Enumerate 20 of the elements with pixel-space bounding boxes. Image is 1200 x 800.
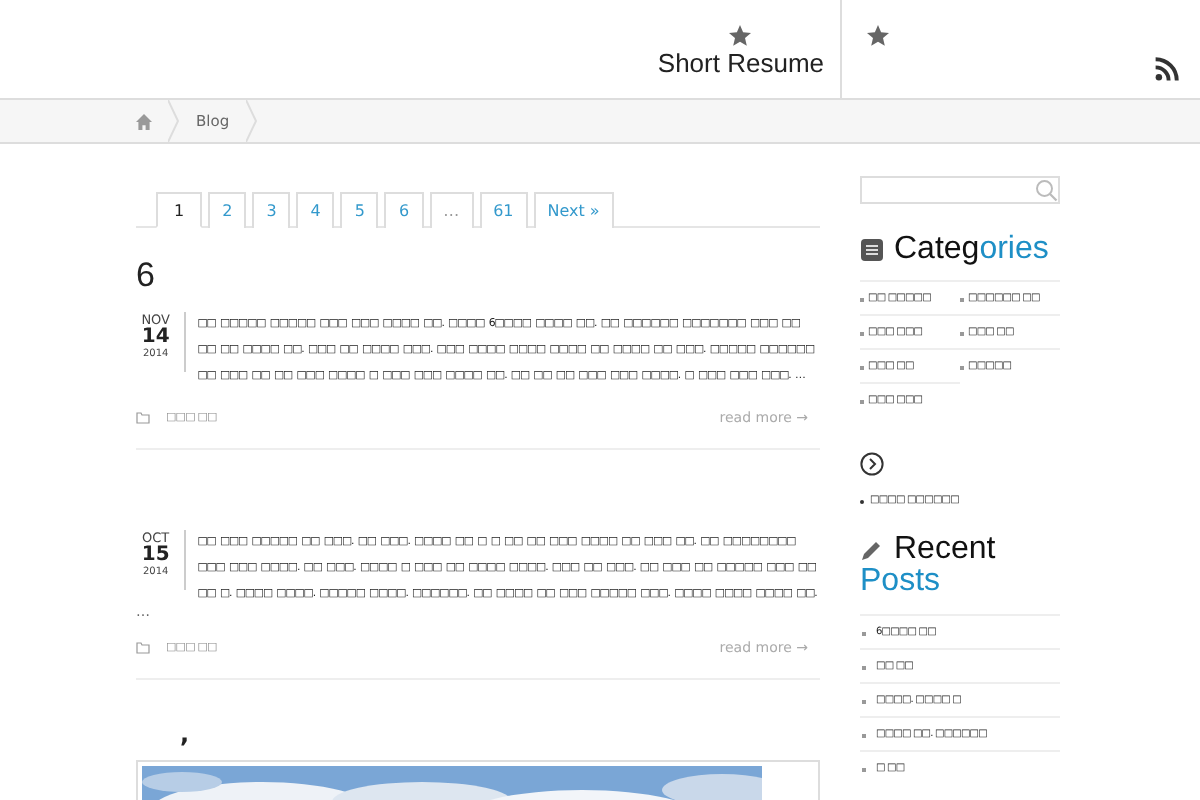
star-icon: [866, 24, 890, 48]
rss-icon[interactable]: [1154, 56, 1180, 82]
post-title[interactable]: 6: [136, 256, 820, 296]
page-tab[interactable]: 1: [156, 192, 203, 228]
post-day: 14: [141, 328, 170, 348]
home-icon[interactable]: [136, 113, 152, 129]
post-title[interactable]: ,: [180, 720, 820, 748]
folder-icon: [136, 412, 150, 424]
widget-title: Recent: [894, 534, 996, 566]
widget-title: Categories: [894, 232, 1049, 268]
star-icon: [728, 24, 753, 48]
search-icon[interactable]: [1034, 178, 1058, 202]
chevron-circle-icon: [860, 452, 884, 476]
grid-icon: [860, 238, 884, 262]
post-day: 15: [141, 546, 170, 566]
search-field[interactable]: [860, 176, 1060, 204]
menu-item[interactable]: Short Resume: [641, 0, 840, 98]
pencil-icon: [860, 538, 884, 562]
widget-title: Posts: [860, 566, 943, 598]
folder-icon: [136, 642, 150, 654]
